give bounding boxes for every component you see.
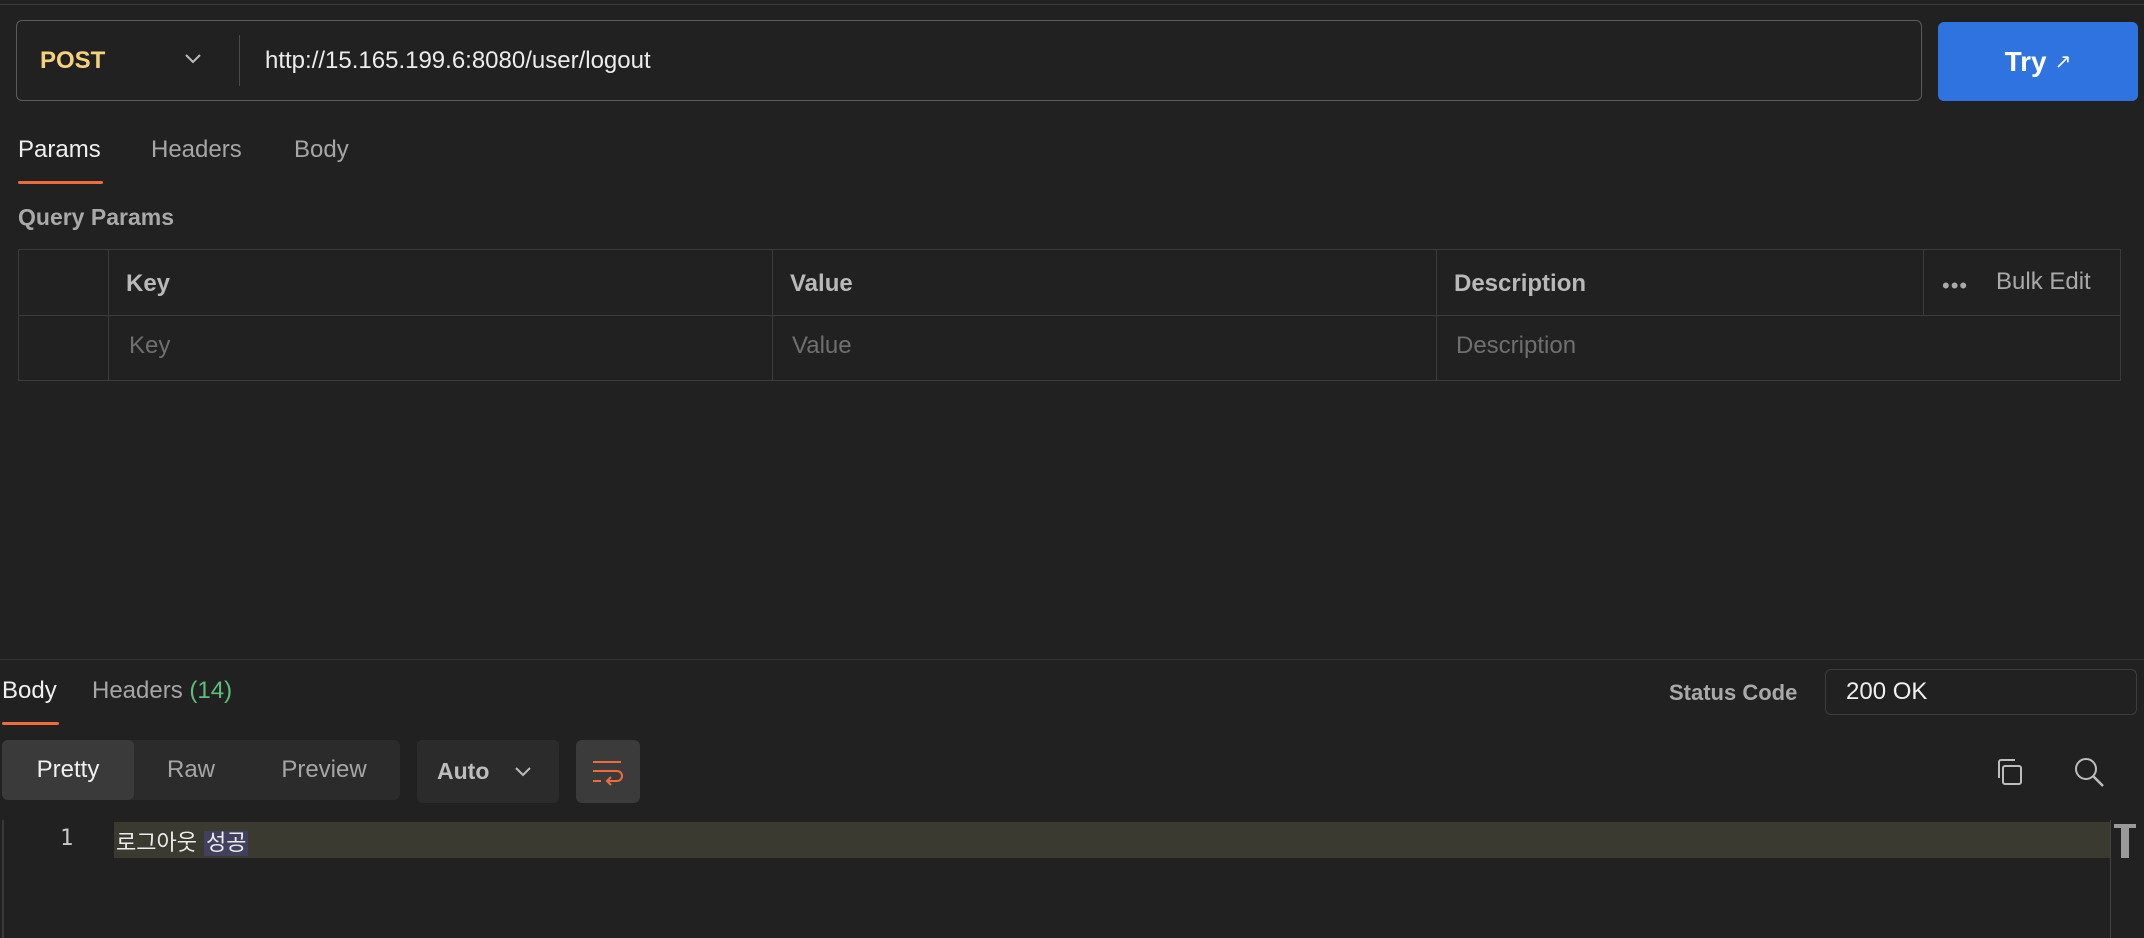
tab-params[interactable]: Params: [18, 136, 101, 164]
copy-button[interactable]: [1989, 752, 2029, 792]
column-header-value: Value: [790, 270, 853, 297]
scrollbar-track[interactable]: [2110, 820, 2111, 938]
try-button-label: Try: [2004, 45, 2047, 77]
external-arrow-icon: ↗: [2054, 51, 2072, 73]
active-tab-indicator: [18, 181, 103, 184]
chevron-down-icon: [515, 767, 531, 777]
format-select[interactable]: Auto: [417, 740, 559, 803]
request-bar: POST http://15.165.199.6:8080/user/logou…: [16, 20, 1922, 101]
view-mode-switch: Pretty Raw Preview: [2, 740, 400, 800]
editor-border: [2, 820, 4, 938]
active-tab-indicator: [2, 722, 59, 725]
column-header-description: Description: [1454, 270, 1587, 297]
view-raw-button[interactable]: Raw: [134, 740, 248, 800]
method-separator: [239, 35, 240, 86]
table-divider: [19, 315, 2120, 316]
url-input[interactable]: http://15.165.199.6:8080/user/logout: [265, 21, 651, 100]
search-button[interactable]: [2069, 752, 2109, 792]
view-pretty-button[interactable]: Pretty: [2, 740, 134, 800]
column-header-key: Key: [126, 270, 171, 297]
column-divider: [1923, 250, 1924, 315]
query-params-title: Query Params: [18, 204, 174, 230]
code-text: 로그아웃: [116, 831, 197, 856]
copy-icon: [1998, 759, 2022, 785]
search-icon: [2075, 758, 2104, 787]
selected-text: 성공: [203, 831, 249, 856]
chevron-down-icon: [185, 54, 201, 64]
scrollbar-thumb[interactable]: [2114, 824, 2136, 858]
value-input[interactable]: Value: [792, 332, 852, 360]
code-line: 로그아웃 성공: [116, 825, 249, 857]
status-code-value: 200 OK: [1825, 669, 2137, 715]
method-label: POST: [40, 46, 106, 74]
bulk-edit-button[interactable]: Bulk Edit: [1996, 268, 2091, 296]
status-code-label: Status Code: [1669, 680, 1798, 705]
more-options-icon[interactable]: •••: [1942, 273, 1968, 299]
column-divider: [772, 250, 773, 380]
tab-body[interactable]: Body: [294, 136, 349, 164]
query-params-table: Key Value Description ••• Bulk Edit Key …: [18, 249, 2121, 381]
wrap-lines-icon: [593, 760, 623, 786]
tab-response-headers[interactable]: Headers (14): [92, 677, 232, 705]
method-select[interactable]: POST: [17, 21, 239, 100]
top-divider: [0, 4, 2144, 5]
wrap-lines-button[interactable]: [576, 740, 640, 803]
response-body-editor[interactable]: 1 로그아웃 성공: [2, 820, 2144, 938]
column-divider: [1436, 250, 1437, 380]
tab-response-body[interactable]: Body: [2, 677, 57, 705]
try-button[interactable]: Try ↗: [1938, 22, 2138, 101]
headers-count-badge: (14): [189, 677, 233, 704]
key-input[interactable]: Key: [129, 332, 170, 360]
description-input[interactable]: Description: [1456, 332, 1576, 360]
current-line-highlight: [114, 822, 2110, 858]
line-number: 1: [60, 826, 74, 851]
response-headers-label: Headers: [92, 677, 183, 704]
view-preview-button[interactable]: Preview: [248, 740, 400, 800]
format-label: Auto: [437, 758, 490, 784]
tab-headers[interactable]: Headers: [151, 136, 242, 164]
pane-divider[interactable]: [0, 659, 2144, 660]
column-divider: [108, 250, 109, 380]
